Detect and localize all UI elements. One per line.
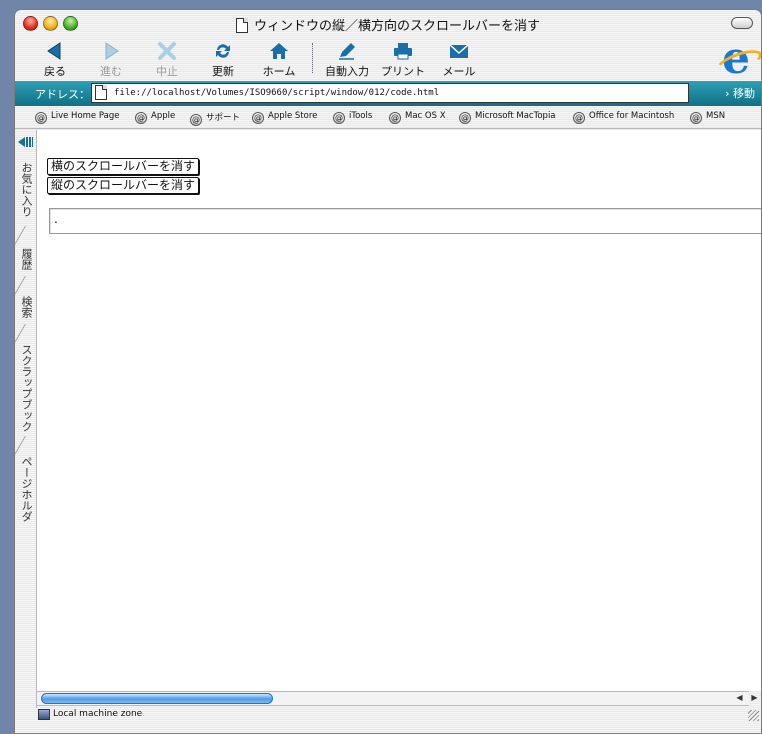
explorer-bar-tabs: お気に入り 履歴 検索 スクラップブック ページホルダ xyxy=(15,130,43,708)
window-title-container: ウィンドウの縦／横方向のスクロールバーを消す xyxy=(15,15,761,34)
mail-icon xyxy=(449,44,469,58)
back-arrow-icon xyxy=(47,42,61,60)
forward-label: 進む xyxy=(100,65,122,78)
browser-window: ウィンドウの縦／横方向のスクロールバーを消す 戻る 進む 中止 更新 ホーム 自… xyxy=(14,9,762,734)
output-text: . xyxy=(54,212,58,226)
scroll-arrows: ◀ ▶ xyxy=(733,692,761,705)
output-field: . xyxy=(49,208,761,234)
zone-icon xyxy=(38,709,50,720)
at-icon: @ xyxy=(190,114,202,126)
refresh-icon xyxy=(216,44,230,58)
horizontal-scrollbar[interactable]: ◀ ▶ xyxy=(37,691,758,706)
at-icon: @ xyxy=(459,112,471,124)
resize-grip-icon[interactable] xyxy=(748,710,759,721)
autofill-label: 自動入力 xyxy=(325,65,369,78)
stop-button[interactable]: 中止 xyxy=(139,41,195,79)
at-icon: @ xyxy=(35,112,47,124)
favorite-msn[interactable]: @ MSN xyxy=(690,111,725,124)
scroll-left-arrow-icon[interactable]: ◀ xyxy=(733,693,746,702)
tab-page-holder[interactable]: ページホルダ xyxy=(17,456,35,536)
document-icon xyxy=(235,18,248,33)
at-icon: @ xyxy=(252,112,264,124)
refresh-button[interactable]: 更新 xyxy=(195,41,251,79)
favorite-apple[interactable]: @ Apple xyxy=(135,111,175,124)
at-icon: @ xyxy=(573,112,585,124)
page-content: 横のスクロールバーを消す 縦のスクロールバーを消す . xyxy=(37,130,761,691)
at-icon: @ xyxy=(690,112,702,124)
printer-icon xyxy=(394,43,412,60)
home-icon xyxy=(270,43,288,59)
hide-horizontal-scrollbar-button[interactable]: 横のスクロールバーを消す xyxy=(47,158,200,175)
address-input[interactable] xyxy=(114,86,684,100)
favorite-mac-os-x[interactable]: @ Mac OS X xyxy=(389,111,446,124)
print-button[interactable]: プリント xyxy=(375,41,431,79)
at-icon: @ xyxy=(389,112,401,124)
address-field[interactable] xyxy=(91,83,689,103)
stop-label: 中止 xyxy=(156,65,178,78)
forward-arrow-icon xyxy=(105,42,119,60)
back-label: 戻る xyxy=(44,65,66,78)
favorite-microsoft-mactopia[interactable]: @ Microsoft MacTopia xyxy=(459,111,556,124)
scroll-right-arrow-icon[interactable]: ▶ xyxy=(748,693,761,702)
at-icon: @ xyxy=(333,112,345,124)
toolbar-separator xyxy=(312,43,313,73)
toolbar: 戻る 進む 中止 更新 ホーム 自動入力 プリント メール e xyxy=(15,37,761,81)
tab-scrapbook[interactable]: スクラップブック xyxy=(17,344,35,444)
favorite-office-for-macintosh[interactable]: @ Office for Macintosh xyxy=(573,111,674,124)
explorer-bar-toggle-icon[interactable] xyxy=(18,136,34,148)
zone-text: Local machine zone xyxy=(53,709,143,719)
at-icon: @ xyxy=(135,112,147,124)
page-document-icon xyxy=(95,85,107,100)
forward-button[interactable]: 進む xyxy=(83,41,139,79)
ie-logo-icon: e xyxy=(717,37,755,81)
back-button[interactable]: 戻る xyxy=(27,41,83,79)
favorites-bar: @ Live Home Page @ Apple @ サポート @ Apple Stor… xyxy=(15,106,761,129)
home-label: ホーム xyxy=(262,65,296,78)
mail-label: メール xyxy=(442,65,476,78)
autofill-button[interactable]: 自動入力 xyxy=(319,41,375,79)
address-bar: アドレス： › 移動 xyxy=(15,81,761,106)
horizontal-scroll-thumb[interactable] xyxy=(41,693,273,704)
print-label: プリント xyxy=(381,65,425,78)
favorite-live-home-page[interactable]: @ Live Home Page xyxy=(35,111,119,124)
address-label: アドレス： xyxy=(35,88,90,101)
toolbar-toggle-button[interactable] xyxy=(731,17,753,29)
mail-button[interactable]: メール xyxy=(431,41,487,79)
favorite-support[interactable]: @ サポート xyxy=(190,111,240,126)
status-bar: Local machine zone xyxy=(15,707,761,723)
stop-x-icon xyxy=(158,42,176,60)
refresh-label: 更新 xyxy=(212,65,234,78)
window-title: ウィンドウの縦／横方向のスクロールバーを消す xyxy=(253,19,540,34)
hide-vertical-scrollbar-button[interactable]: 縦のスクロールバーを消す xyxy=(47,177,200,194)
tab-favorites[interactable]: お気に入り xyxy=(17,162,35,232)
favorite-apple-store[interactable]: @ Apple Store xyxy=(252,111,317,124)
pencil-icon xyxy=(339,43,355,60)
favorite-itools[interactable]: @ iTools xyxy=(333,111,372,124)
home-button[interactable]: ホーム xyxy=(251,41,307,79)
go-button[interactable]: › 移動 xyxy=(725,85,755,101)
title-bar[interactable]: ウィンドウの縦／横方向のスクロールバーを消す xyxy=(15,10,761,37)
